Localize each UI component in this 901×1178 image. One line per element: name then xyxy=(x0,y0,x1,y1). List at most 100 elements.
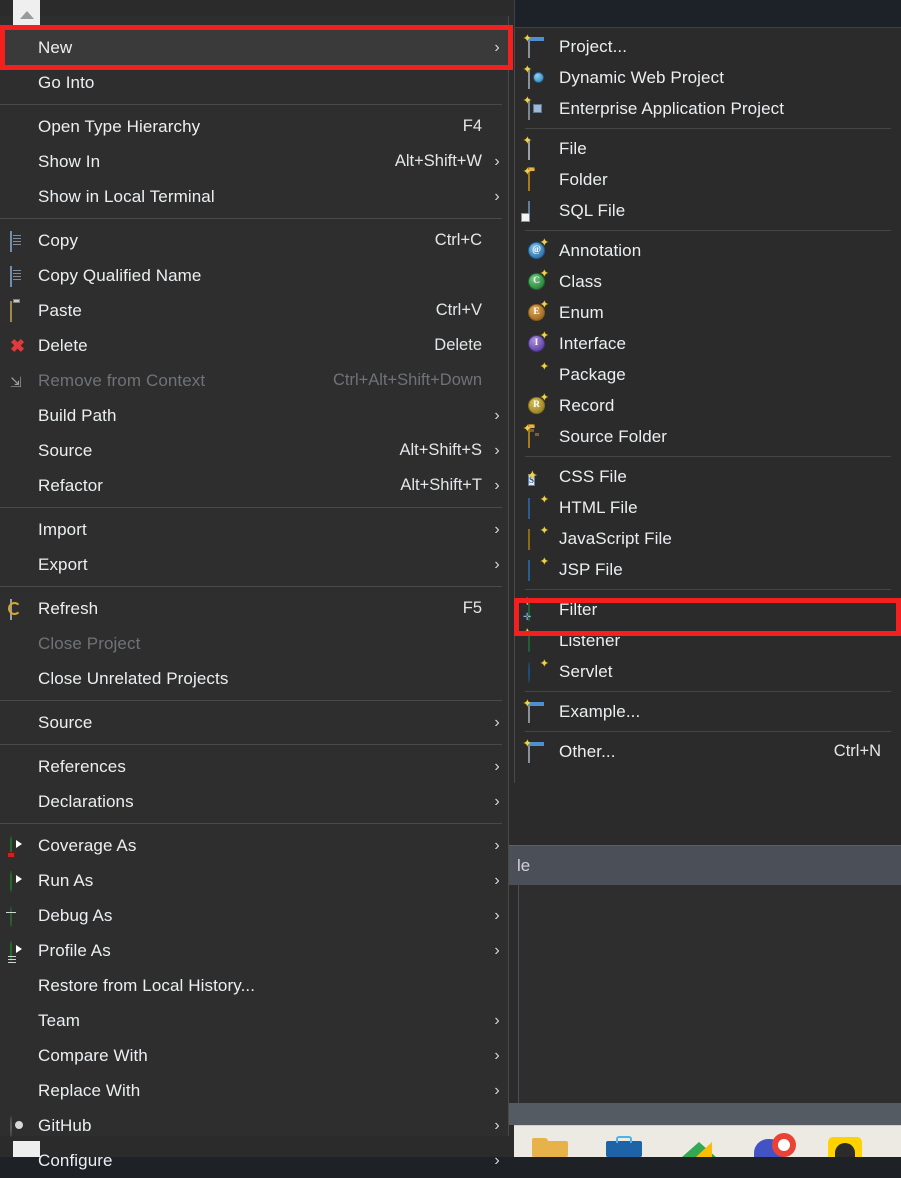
menu-item-css-file[interactable]: S ✦ CSS File xyxy=(515,461,901,492)
chevron-right-icon: › xyxy=(494,152,500,170)
menu-item-references[interactable]: References › xyxy=(0,749,508,784)
menu-item-close-project: Close Project xyxy=(0,626,508,661)
taskbar-drive-icon[interactable] xyxy=(680,1131,720,1157)
menu-item-source[interactable]: Source Alt+Shift+S › xyxy=(0,433,508,468)
menu-item-label: Delete xyxy=(38,335,88,355)
context-menu[interactable]: New › Go Into Open Type Hierarchy F4 Show In A… xyxy=(0,16,509,1170)
menu-item-github[interactable]: GitHub › xyxy=(0,1108,508,1143)
menu-item-html-file[interactable]: ✦ HTML File xyxy=(515,492,901,523)
menu-item-label: Source xyxy=(38,712,93,732)
menu-item-coverage-as[interactable]: Coverage As › xyxy=(0,828,508,863)
menu-separator xyxy=(0,507,502,508)
menu-item-icon-slot: @ ✦ xyxy=(515,235,559,266)
menu-item-project[interactable]: ✦ Project... xyxy=(515,31,901,62)
menu-item-jsp-file[interactable]: ✦ JSP File xyxy=(515,554,901,585)
menu-item-copy[interactable]: Copy Ctrl+C xyxy=(0,223,508,258)
menu-item-icon-slot: ✦ xyxy=(515,133,559,164)
menu-item-label: Show in Local Terminal xyxy=(38,186,215,206)
menu-item-label: Folder xyxy=(559,169,608,189)
taskbar[interactable] xyxy=(514,1125,901,1157)
menu-item-delete[interactable]: ✖ Delete Delete xyxy=(0,328,508,363)
console-panel-tabbar[interactable]: le xyxy=(509,845,901,885)
menu-item-copy-qualified-name[interactable]: Copy Qualified Name xyxy=(0,258,508,293)
menu-item-paste[interactable]: Paste Ctrl+V xyxy=(0,293,508,328)
menu-item-class[interactable]: C ✦ Class xyxy=(515,266,901,297)
menu-item-file[interactable]: ✦ File xyxy=(515,133,901,164)
menu-item-show-in[interactable]: Show In Alt+Shift+W › xyxy=(0,144,508,179)
menu-item-record[interactable]: R ✦ Record xyxy=(515,390,901,421)
menu-item-icon-slot: ✦ xyxy=(515,656,559,687)
taskbar-chrome-icon[interactable] xyxy=(754,1131,796,1157)
menu-item-example[interactable]: ✦ Example... xyxy=(515,696,901,727)
menu-item-package[interactable]: ✦ Package xyxy=(515,359,901,390)
menu-item-run-as[interactable]: Run As › xyxy=(0,863,508,898)
copy-icon xyxy=(10,230,28,252)
menu-item-dynamic-web-project[interactable]: ✦ Dynamic Web Project xyxy=(515,62,901,93)
chevron-right-icon: › xyxy=(494,187,500,205)
menu-item-source-folder[interactable]: ✦ Source Folder xyxy=(515,421,901,452)
taskbar-toolbox-icon[interactable] xyxy=(606,1131,646,1157)
menu-item-label: Listener xyxy=(559,630,621,650)
menu-item-build-path[interactable]: Build Path › xyxy=(0,398,508,433)
chevron-right-icon: › xyxy=(494,713,500,731)
menu-item-new[interactable]: New › xyxy=(0,30,508,65)
menu-item-label: Copy xyxy=(38,230,79,250)
menu-item-source[interactable]: Source › xyxy=(0,705,508,740)
menu-scroll-up-button[interactable] xyxy=(13,0,40,29)
debug-as-icon xyxy=(10,905,28,927)
chevron-right-icon: › xyxy=(494,871,500,889)
menu-item-compare-with[interactable]: Compare With › xyxy=(0,1038,508,1073)
taskbar-folder-icon[interactable] xyxy=(532,1131,572,1157)
menu-item-export[interactable]: Export › xyxy=(0,547,508,582)
menu-item-sql-file[interactable]: SQL File xyxy=(515,195,901,226)
menu-item-javascript-file[interactable]: ✦ JavaScript File xyxy=(515,523,901,554)
menu-item-label: Package xyxy=(559,364,626,384)
menu-item-icon-slot: ✦ xyxy=(515,421,559,452)
taskbar-yellow-app-icon[interactable] xyxy=(828,1131,868,1157)
menu-scroll-down-button[interactable] xyxy=(13,1141,40,1157)
menu-item-refresh[interactable]: Refresh F5 xyxy=(0,591,508,626)
menu-item-folder[interactable]: ✦ Folder xyxy=(515,164,901,195)
enterprise-application-project-icon: ✦ xyxy=(523,95,546,120)
menu-item-profile-as[interactable]: Profile As › xyxy=(0,933,508,968)
menu-item-icon-slot: ✦ xyxy=(515,31,559,62)
menu-item-icon-slot xyxy=(0,547,38,582)
css-file-icon: S ✦ xyxy=(527,469,538,486)
menu-item-accelerator: Ctrl+V xyxy=(435,301,482,319)
menu-item-close-unrelated-projects[interactable]: Close Unrelated Projects xyxy=(0,661,508,696)
menu-item-enum[interactable]: E ✦ Enum xyxy=(515,297,901,328)
menu-item-declarations[interactable]: Declarations › xyxy=(0,784,508,819)
menu-item-replace-with[interactable]: Replace With › xyxy=(0,1073,508,1108)
menu-item-label: Refactor xyxy=(38,475,104,495)
menu-item-refactor[interactable]: Refactor Alt+Shift+T › xyxy=(0,468,508,503)
source-folder-icon: ✦ xyxy=(523,423,546,448)
menu-item-go-into[interactable]: Go Into xyxy=(0,65,508,100)
menu-item-import[interactable]: Import › xyxy=(0,512,508,547)
menu-item-label: Copy Qualified Name xyxy=(38,265,202,285)
menu-item-accelerator: Alt+Shift+W xyxy=(394,152,482,170)
menu-item-icon-slot xyxy=(0,179,38,214)
menu-item-show-in-local-terminal[interactable]: Show in Local Terminal › xyxy=(0,179,508,214)
chevron-right-icon: › xyxy=(494,441,500,459)
menu-item-icon-slot: ✛ ✛ ✦ xyxy=(515,594,559,625)
menu-item-enterprise-application-project[interactable]: ✦ Enterprise Application Project xyxy=(515,93,901,124)
menu-item-other[interactable]: ✦ Other... Ctrl+N xyxy=(515,736,901,767)
menu-item-restore-from-local-history[interactable]: Restore from Local History... xyxy=(0,968,508,1003)
menu-item-label: Filter xyxy=(559,599,598,619)
menu-item-team[interactable]: Team › xyxy=(0,1003,508,1038)
menu-item-debug-as[interactable]: Debug As › xyxy=(0,898,508,933)
chevron-right-icon: › xyxy=(494,1151,500,1169)
menu-item-interface[interactable]: I ✦ Interface xyxy=(515,328,901,359)
menu-item-open-type-hierarchy[interactable]: Open Type Hierarchy F4 xyxy=(0,109,508,144)
new-submenu[interactable]: ✦ Project... ✦ Dynamic Web Project ✦ Enterpri… xyxy=(514,28,901,783)
menu-item-label: Declarations xyxy=(38,791,134,811)
menu-item-listener[interactable]: ✛ ✦ Listener xyxy=(515,625,901,656)
listener-icon: ✛ ✦ xyxy=(523,627,546,652)
menu-item-configure[interactable]: Configure › xyxy=(0,1143,508,1178)
menu-item-icon-slot: S ✦ xyxy=(515,461,559,492)
menu-separator xyxy=(525,230,891,231)
menu-item-filter[interactable]: ✛ ✛ ✦ Filter xyxy=(515,594,901,625)
menu-item-servlet[interactable]: ✦ Servlet xyxy=(515,656,901,687)
menu-item-accelerator: Alt+Shift+S xyxy=(399,441,482,459)
menu-item-annotation[interactable]: @ ✦ Annotation xyxy=(515,235,901,266)
